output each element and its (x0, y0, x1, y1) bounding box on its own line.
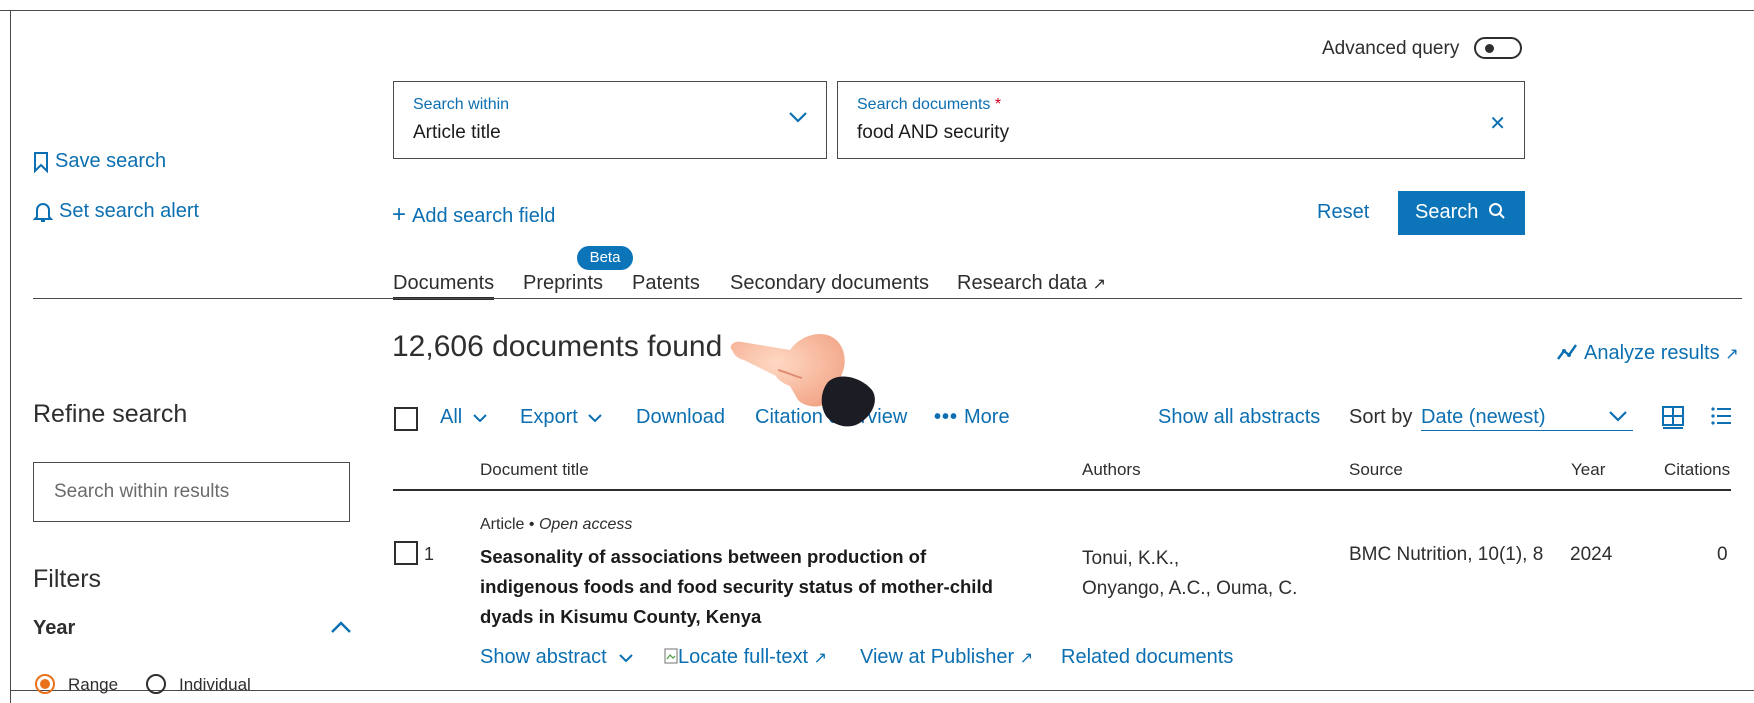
external-link-icon: ↗ (1092, 276, 1107, 293)
reset-button[interactable]: Reset (1317, 201, 1369, 224)
individual-radio-label: Individual (179, 675, 251, 694)
frame-bottom-border (10, 690, 1754, 691)
export-dropdown[interactable]: Export (520, 406, 603, 429)
analyze-results-link[interactable]: Analyze results ↗ (1556, 342, 1739, 365)
chevron-down-icon (588, 414, 603, 423)
result-meta: Article • Open access (480, 516, 633, 533)
column-source[interactable]: Source (1349, 460, 1403, 480)
show-all-abstracts-button[interactable]: Show all abstracts (1158, 406, 1320, 429)
search-within-results-box (33, 462, 350, 522)
clear-icon[interactable]: ✕ (1489, 111, 1506, 136)
chevron-up-icon[interactable] (330, 620, 352, 634)
refine-search-heading: Refine search (33, 400, 188, 428)
frame-left-border (10, 10, 11, 703)
column-year[interactable]: Year (1571, 460, 1605, 480)
tab-documents[interactable]: Documents (393, 272, 494, 295)
show-abstract-button[interactable]: Show abstract (480, 646, 634, 669)
range-radio[interactable] (35, 674, 55, 694)
sort-by-underline (1421, 430, 1633, 431)
search-documents-label: Search documents * (857, 96, 1002, 113)
search-icon (1488, 203, 1505, 219)
external-link-icon: ↗ (1725, 346, 1739, 363)
view-at-publisher-link[interactable]: View at Publisher ↗ (860, 646, 1033, 669)
all-dropdown[interactable]: All (440, 406, 488, 429)
result-source[interactable]: BMC Nutrition, 10(1), 8 (1349, 544, 1543, 566)
result-year: 2024 (1570, 544, 1613, 565)
result-authors[interactable]: Tonui, K.K., Onyango, A.C., Ouma, C. (1082, 544, 1297, 604)
set-search-alert-link[interactable]: Set search alert (33, 200, 199, 223)
tab-preprints[interactable]: Preprints (523, 272, 603, 295)
result-row-number: 1 (424, 544, 435, 564)
chevron-down-icon (619, 654, 634, 663)
range-radio-label: Range (68, 675, 119, 694)
column-citations[interactable]: Citations (1664, 460, 1730, 480)
search-button[interactable]: Search (1398, 191, 1525, 235)
locate-full-text-link[interactable]: Locate full-text ↗ (664, 646, 827, 669)
save-search-link[interactable]: Save search (33, 150, 166, 173)
chevron-down-icon (789, 112, 807, 123)
external-link-icon: ↗ (813, 650, 828, 667)
search-documents-value[interactable]: food AND security (857, 122, 1009, 144)
tab-research-data[interactable]: Research data ↗ (957, 272, 1106, 295)
search-within-value: Article title (413, 122, 501, 143)
search-within-label: Search within (413, 96, 510, 113)
year-filter-heading: Year (33, 617, 76, 639)
broken-image-icon (664, 648, 678, 664)
external-link-icon: ↗ (1019, 650, 1034, 667)
chevron-down-icon (473, 414, 487, 423)
tab-patents[interactable]: Patents (632, 272, 700, 295)
list-view-icon[interactable] (1710, 406, 1732, 426)
sort-by-select[interactable]: Date (newest) (1421, 406, 1546, 429)
select-all-checkbox[interactable] (394, 407, 418, 431)
result-row-checkbox[interactable] (394, 541, 418, 565)
plus-icon: + (392, 201, 407, 228)
chart-line-icon (1557, 344, 1577, 360)
bookmark-icon (34, 151, 48, 173)
grid-view-icon[interactable] (1661, 405, 1685, 429)
result-citations: 0 (1717, 544, 1728, 565)
related-documents-link[interactable]: Related documents (1061, 646, 1233, 669)
chevron-down-icon (1609, 411, 1627, 422)
more-menu[interactable]: ••• More (934, 406, 1010, 429)
column-authors[interactable]: Authors (1082, 460, 1141, 480)
more-dots-icon: ••• (934, 406, 959, 428)
search-documents-field[interactable]: Search documents * food AND security ✕ (837, 81, 1525, 159)
column-document-title[interactable]: Document title (480, 460, 589, 480)
pointing-hand-cursor-icon (730, 333, 875, 427)
advanced-query-toggle[interactable] (1474, 37, 1522, 59)
advanced-query-label: Advanced query (1322, 38, 1460, 59)
table-header-divider (393, 489, 1731, 491)
results-count: 12,606 documents found (392, 330, 723, 363)
add-search-field-button[interactable]: + Add search field (392, 201, 555, 229)
bell-icon (33, 202, 53, 222)
sort-by-label: Sort by (1349, 406, 1413, 428)
filters-heading: Filters (33, 565, 102, 593)
beta-badge: Beta (577, 246, 633, 270)
search-within-select[interactable]: Search within Article title (393, 81, 827, 159)
search-within-results-input[interactable] (34, 463, 349, 521)
individual-radio[interactable] (146, 674, 166, 694)
frame-top-border (0, 10, 1754, 11)
download-button[interactable]: Download (636, 406, 725, 429)
tabs-divider (33, 298, 1742, 299)
result-title-link[interactable]: Seasonality of associations between prod… (480, 542, 1000, 632)
tab-secondary-documents[interactable]: Secondary documents (730, 272, 929, 295)
